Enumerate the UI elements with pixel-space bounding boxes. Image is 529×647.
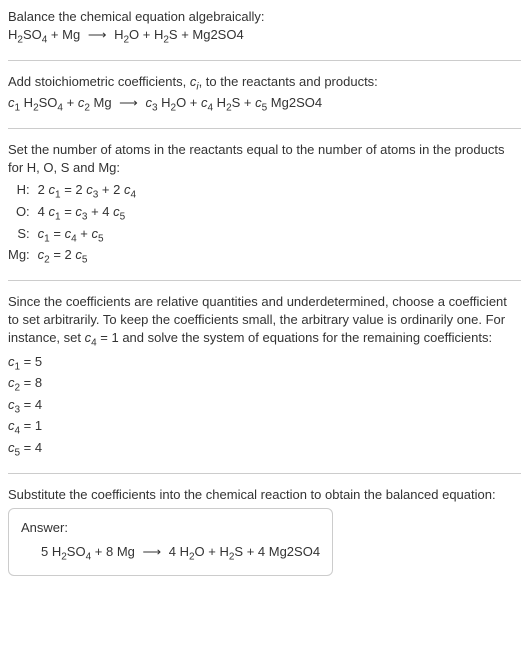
section-solve: Since the coefficients are relative quan… [8,293,521,461]
eq-part: + 8 Mg [91,544,138,559]
val: = 4 [20,397,42,412]
eq-part: H [213,95,226,110]
solved-coefficients: c1 = 5 c2 = 8 c3 = 4 c4 = 1 c5 = 4 [8,353,521,461]
unbalanced-equation: H2SO4 + Mg ⟶ H2O + H2S + Mg2SO4 [8,26,521,48]
eq-part: S + 4 Mg2SO4 [234,544,320,559]
val: = 1 [20,418,42,433]
coeff-line: c3 = 4 [8,396,521,418]
eq-part: 5 H [41,544,61,559]
eq-part: + [77,226,92,241]
var-sub: 4 [130,190,136,201]
eq-part: = 2 [61,182,87,197]
var-sub: 5 [120,212,126,223]
eq-part: H [8,27,17,42]
atoms-eq: 4 c1 = c3 + 4 c5 [38,203,136,225]
coeff-line: c1 = 5 [8,353,521,375]
answer-label: Answer: [21,519,320,537]
atoms-label: Mg: [8,246,38,268]
eq-part: + 4 [87,204,113,219]
eq-part: = [61,204,76,219]
section-intro: Balance the chemical equation algebraica… [8,8,521,48]
atoms-table: H: 2 c1 = 2 c3 + 2 c4 O: 4 c1 = c3 + 4 c… [8,181,136,267]
balanced-equation: 5 H2SO4 + 8 Mg ⟶ 4 H2O + H2S + 4 Mg2SO4 [21,543,320,565]
eq-part: 4 H [165,544,189,559]
eq-part: H [158,95,171,110]
eq-part: = [50,226,65,241]
section-atoms: Set the number of atoms in the reactants… [8,141,521,268]
atoms-row-o: O: 4 c1 = c3 + 4 c5 [8,203,136,225]
eq-part: S + Mg2SO4 [169,27,244,42]
eq-part: + Mg [47,27,84,42]
divider [8,128,521,129]
answer-intro: Substitute the coefficients into the che… [8,486,521,504]
divider [8,60,521,61]
eq-part: 2 [38,182,49,197]
eq-part: SO [39,95,58,110]
intro-text: Balance the chemical equation algebraica… [8,8,521,26]
eq-part: + [63,95,78,110]
atoms-label: O: [8,203,38,225]
eq-part: O + H [195,544,229,559]
coeff-line: c5 = 4 [8,439,521,461]
eq-part: = 2 [50,247,76,262]
val: = 8 [20,375,42,390]
arrow-icon: ⟶ [115,95,142,110]
atoms-eq: c2 = 2 c5 [38,246,136,268]
val: = 4 [20,440,42,455]
atoms-label: H: [8,181,38,203]
section-coefficients: Add stoichiometric coefficients, ci, to … [8,73,521,116]
eq-part: Mg2SO4 [267,95,322,110]
coeff-line: c2 = 8 [8,374,521,396]
atoms-text: Set the number of atoms in the reactants… [8,141,521,177]
atoms-row-mg: Mg: c2 = 2 c5 [8,246,136,268]
atoms-eq: 2 c1 = 2 c3 + 2 c4 [38,181,136,203]
divider [8,280,521,281]
coeff-text: Add stoichiometric coefficients, ci, to … [8,73,521,95]
eq-part: S + [232,95,256,110]
coeff-equation: c1 H2SO4 + c2 Mg ⟶ c3 H2O + c4 H2S + c5 … [8,94,521,116]
atoms-eq: c1 = c4 + c5 [38,225,136,247]
var-sub: 5 [82,255,88,266]
eq-part: + 2 [98,182,124,197]
text-part: Add stoichiometric coefficients, [8,74,190,89]
eq-part: H [20,95,33,110]
divider [8,473,521,474]
val: = 5 [20,354,42,369]
answer-box: Answer: 5 H2SO4 + 8 Mg ⟶ 4 H2O + H2S + 4… [8,508,333,576]
eq-part: SO [67,544,86,559]
section-answer: Substitute the coefficients into the che… [8,486,521,576]
solve-text: Since the coefficients are relative quan… [8,293,521,351]
arrow-icon: ⟶ [138,544,165,559]
coeff-line: c4 = 1 [8,417,521,439]
var-sub: 5 [98,233,104,244]
eq-part: H [110,27,123,42]
atoms-row-h: H: 2 c1 = 2 c3 + 2 c4 [8,181,136,203]
text-part: , to the reactants and products: [199,74,378,89]
text-part: = 1 and solve the system of equations fo… [97,330,492,345]
eq-part: Mg [90,95,115,110]
atoms-label: S: [8,225,38,247]
eq-part: SO [23,27,42,42]
arrow-icon: ⟶ [84,27,111,42]
eq-part: 4 [38,204,49,219]
eq-part: O + [176,95,201,110]
eq-part: O + H [129,27,163,42]
atoms-row-s: S: c1 = c4 + c5 [8,225,136,247]
